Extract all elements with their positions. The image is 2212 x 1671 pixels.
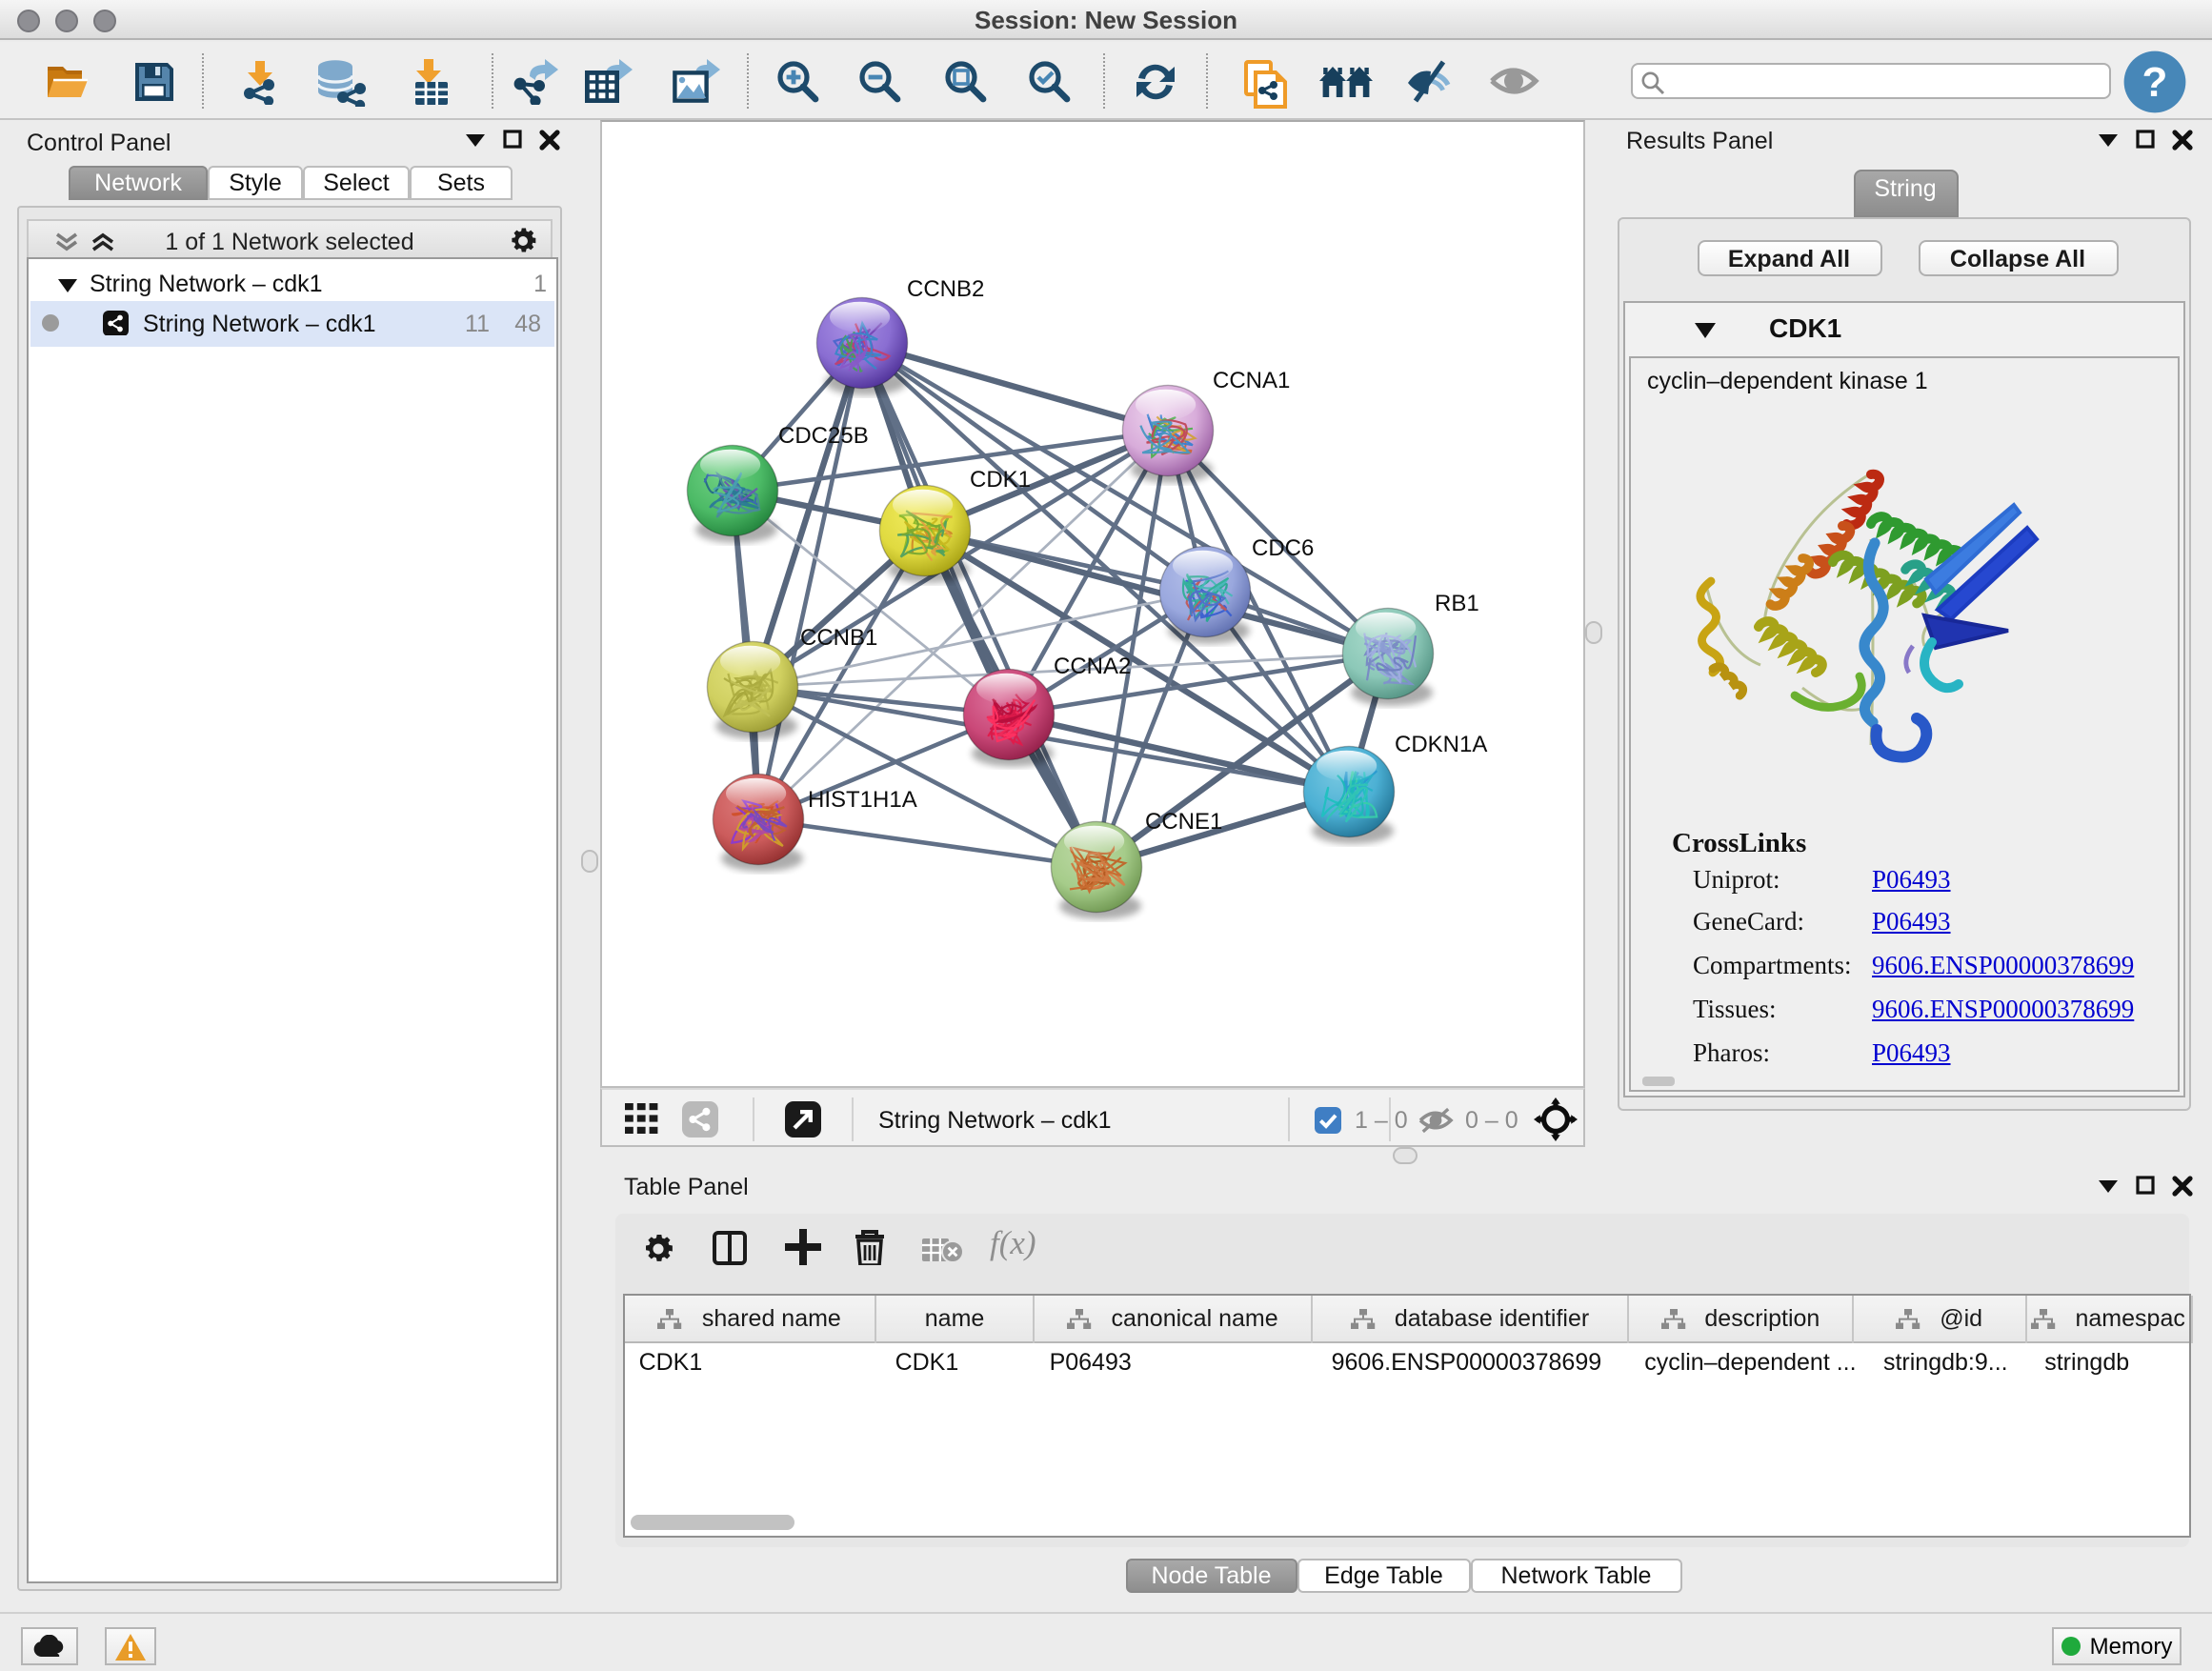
svg-text:?: ? <box>2142 59 2167 106</box>
svg-text:RB1: RB1 <box>1435 590 1479 615</box>
svg-text:HIST1H1A: HIST1H1A <box>808 786 917 812</box>
svg-text:CCNA2: CCNA2 <box>1054 653 1131 678</box>
svg-text:CCNB2: CCNB2 <box>907 275 984 301</box>
svg-text:CDC25B: CDC25B <box>778 422 869 448</box>
svg-text:CCNA1: CCNA1 <box>1213 367 1290 393</box>
svg-text:CCNE1: CCNE1 <box>1145 808 1222 834</box>
svg-text:CDK1: CDK1 <box>970 466 1031 492</box>
svg-text:CDC6: CDC6 <box>1252 534 1314 560</box>
svg-text:CCNB1: CCNB1 <box>800 624 877 650</box>
svg-text:CDKN1A: CDKN1A <box>1395 731 1487 756</box>
